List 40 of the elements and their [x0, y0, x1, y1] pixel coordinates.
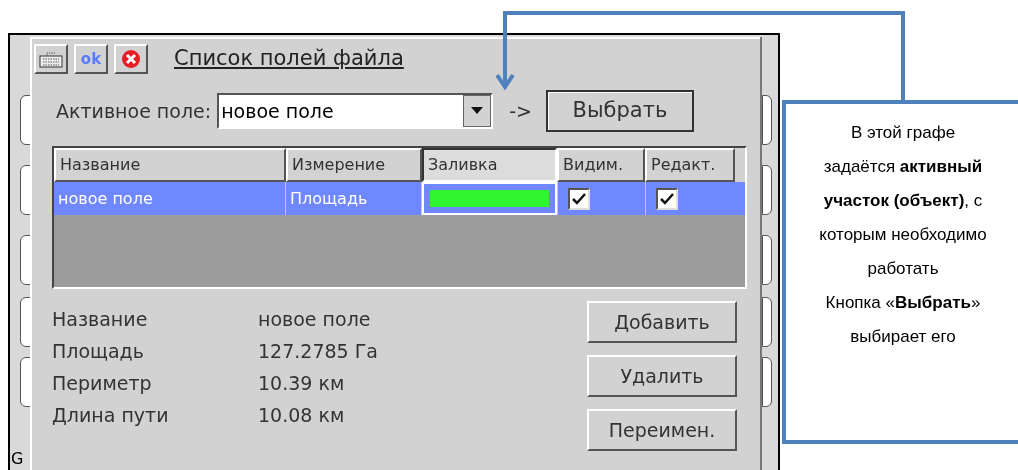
detail-value: новое поле	[258, 306, 371, 332]
detail-label: Длина пути	[52, 402, 170, 428]
dropdown-caret-icon	[463, 95, 492, 127]
select-button[interactable]: Выбрать	[545, 90, 694, 132]
keyboard-icon	[39, 50, 63, 68]
background-button[interactable]	[762, 297, 772, 347]
column-header[interactable]: Редакт.	[645, 148, 735, 182]
background-button[interactable]	[762, 165, 772, 215]
active-field-label: Активное поле:	[56, 98, 212, 124]
detail-label: Периметр	[52, 370, 153, 396]
checkbox[interactable]	[568, 187, 590, 210]
callout-text: В этой графе задаётся активный участок (объект), с которым необходимо работать	[818, 122, 988, 280]
close-icon	[121, 49, 141, 69]
background-button[interactable]	[762, 357, 772, 407]
checkmark-icon	[660, 192, 674, 205]
column-header[interactable]: Видим.	[557, 148, 645, 182]
table-cell: новое поле	[54, 182, 286, 215]
close-button[interactable]	[114, 44, 148, 74]
column-header[interactable]: Измерение	[286, 148, 422, 182]
action-button[interactable]: Переимен.	[587, 409, 737, 451]
column-header[interactable]: Название	[54, 148, 286, 182]
detail-label: Площадь	[52, 338, 145, 364]
detail-label: Название	[52, 306, 149, 332]
background-button[interactable]	[762, 95, 772, 145]
status-text: G	[11, 448, 24, 470]
arrow-text: ->	[509, 98, 532, 124]
background-button[interactable]	[762, 235, 772, 285]
column-header[interactable]: Заливка	[422, 148, 557, 182]
active-field-dropdown[interactable]: новое поле	[217, 93, 494, 129]
table-cell: Площадь	[286, 182, 422, 215]
detail-value: 10.39 км	[258, 370, 345, 396]
keyboard-button[interactable]	[34, 44, 68, 74]
action-button[interactable]: Добавить	[587, 301, 737, 343]
callout-text: Кнопка «Выбрать» выбирает его	[824, 292, 982, 348]
dialog-title: Список полей файла	[174, 45, 404, 73]
checkmark-icon	[572, 192, 586, 205]
action-button[interactable]: Удалить	[587, 355, 737, 397]
detail-value: 10.08 км	[258, 402, 345, 428]
checkbox[interactable]	[656, 187, 678, 210]
detail-value: 127.2785 Га	[258, 338, 378, 364]
